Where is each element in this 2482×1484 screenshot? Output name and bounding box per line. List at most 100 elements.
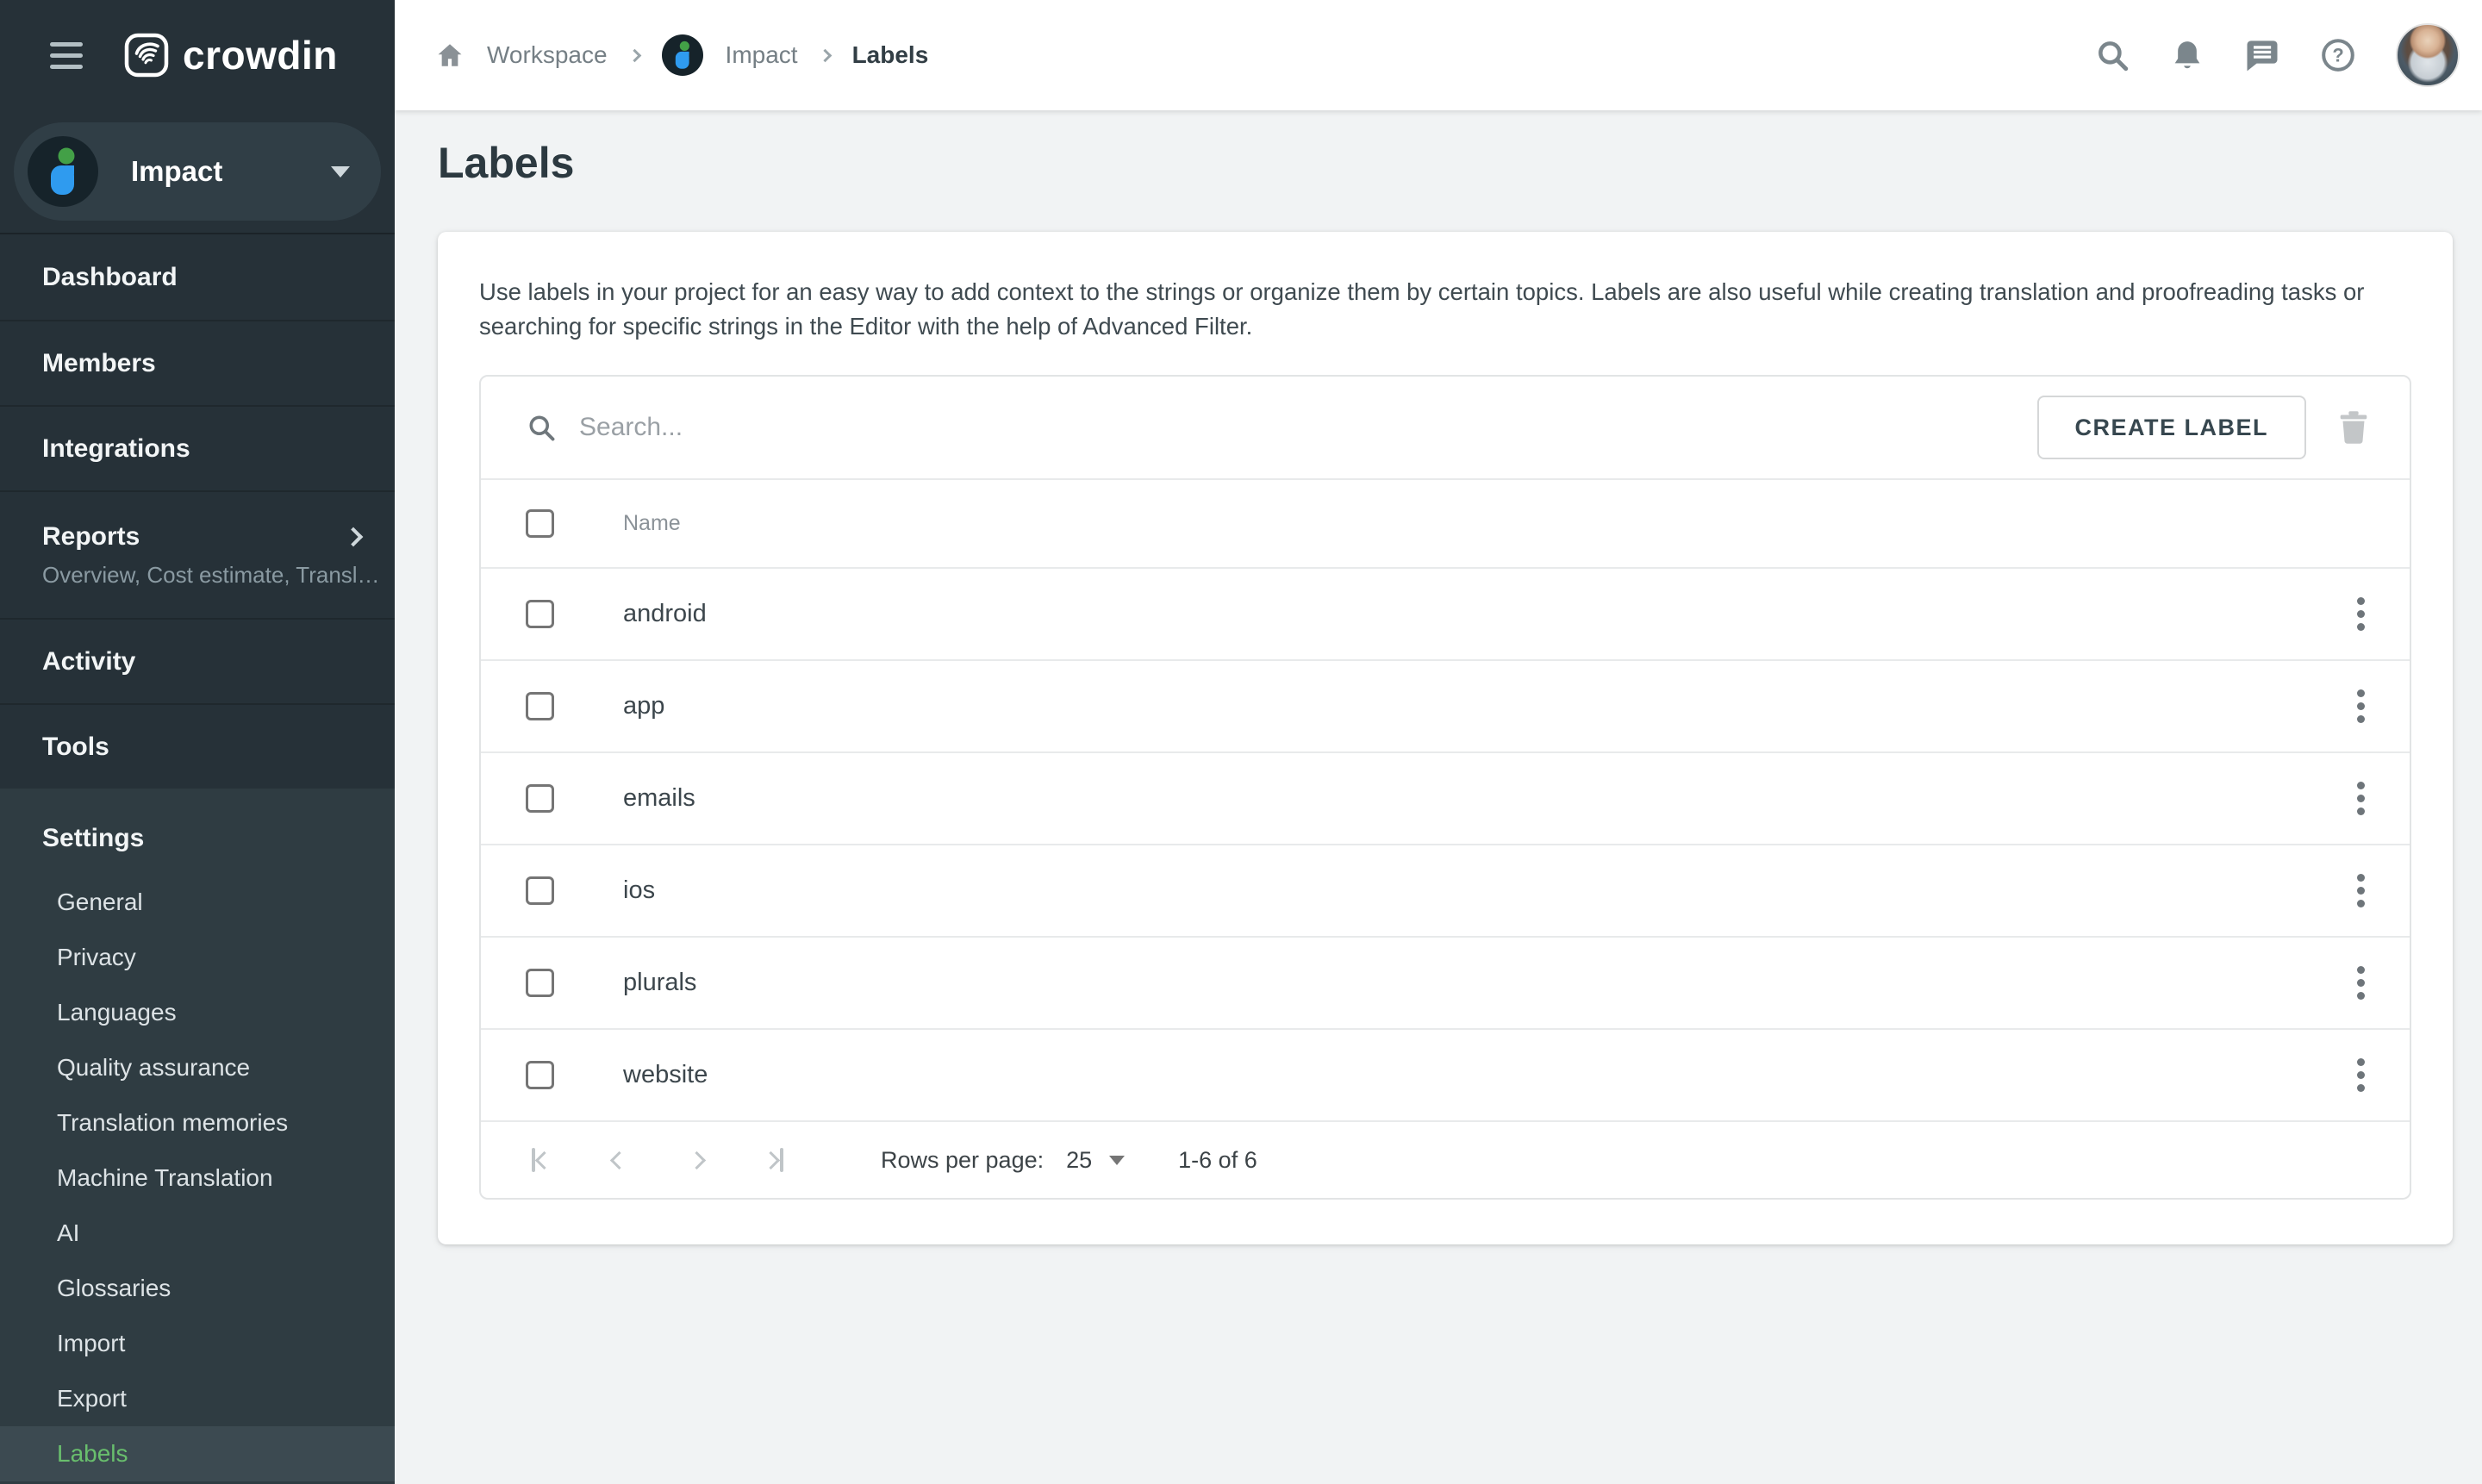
select-all-checkbox[interactable] (526, 509, 554, 538)
crowdin-wordmark: crowdin (183, 32, 338, 78)
row-checkbox[interactable] (526, 784, 554, 813)
search-input[interactable] (577, 412, 2037, 443)
row-menu-icon[interactable] (2357, 597, 2365, 631)
prev-page-button[interactable] (600, 1141, 638, 1179)
table-header-row: Name (481, 478, 2410, 567)
name-column-header: Name (623, 511, 681, 536)
table-row: plurals (481, 936, 2410, 1028)
row-checkbox[interactable] (526, 969, 554, 997)
caret-down-icon (1109, 1156, 1125, 1165)
sidebar-item-quality-assurance[interactable]: Quality assurance (0, 1040, 395, 1095)
sidebar-item-label: Activity (42, 647, 395, 677)
pagination-range: 1-6 of 6 (1178, 1147, 1257, 1174)
row-menu-icon[interactable] (2357, 966, 2365, 1000)
row-checkbox[interactable] (526, 876, 554, 905)
sidebar-item-label: Dashboard (42, 263, 395, 292)
row-menu-icon[interactable] (2357, 782, 2365, 815)
caret-down-icon (331, 166, 350, 178)
project-avatar (662, 34, 703, 76)
user-avatar[interactable] (2396, 23, 2460, 87)
next-page-button[interactable] (677, 1141, 715, 1179)
main-column: Workspace Impact Labels (395, 0, 2482, 1484)
table-row: emails (481, 751, 2410, 844)
row-menu-icon[interactable] (2357, 1058, 2365, 1092)
last-page-button[interactable] (755, 1141, 793, 1179)
sidebar-item-machine-translation[interactable]: Machine Translation (0, 1150, 395, 1206)
rows-per-page-value: 25 (1066, 1147, 1092, 1174)
topbar: Workspace Impact Labels (395, 0, 2482, 110)
project-name: Impact (131, 155, 331, 188)
trash-icon[interactable] (2339, 410, 2368, 445)
project-avatar (28, 136, 98, 207)
main-content: Labels Use labels in your project for an… (395, 110, 2482, 1484)
messages-icon[interactable] (2244, 37, 2280, 73)
search-icon (526, 412, 557, 443)
sidebar-item-ai[interactable]: AI (0, 1206, 395, 1261)
sidebar-item-subtitle: Overview, Cost estimate, Transl… (42, 562, 395, 589)
label-name: emails (623, 784, 2357, 813)
sidebar-item-languages[interactable]: Languages (0, 985, 395, 1040)
sidebar-item-translation-memories[interactable]: Translation memories (0, 1095, 395, 1150)
rows-per-page-select[interactable]: 25 (1066, 1147, 1125, 1174)
breadcrumb-workspace[interactable]: Workspace (487, 41, 608, 69)
sidebar-item-glossaries[interactable]: Glossaries (0, 1261, 395, 1316)
notifications-bell-icon[interactable] (2170, 38, 2204, 72)
label-name: ios (623, 876, 2357, 905)
row-checkbox[interactable] (526, 600, 554, 628)
sidebar-item-dashboard[interactable]: Dashboard (0, 234, 395, 320)
sidebar-item-privacy[interactable]: Privacy (0, 930, 395, 985)
create-label-button[interactable]: CREATE LABEL (2037, 396, 2307, 459)
sidebar-item-export[interactable]: Export (0, 1371, 395, 1426)
sidebar-nav: Dashboard Members Integrations Reports Overv… (0, 234, 395, 789)
sidebar-item-labels[interactable]: Labels (0, 1426, 395, 1481)
table-body: android app emails ios plurals website (481, 567, 2410, 1120)
sidebar-item-members[interactable]: Members (0, 320, 395, 405)
sidebar-settings-section: Settings GeneralPrivacyLanguagesQuality … (0, 789, 395, 1484)
sidebar-item-general[interactable]: General (0, 875, 395, 930)
label-name: website (623, 1061, 2357, 1089)
sidebar-item-activity[interactable]: Activity (0, 618, 395, 703)
home-icon[interactable] (435, 41, 465, 70)
crowdin-logo[interactable]: crowdin (124, 32, 338, 78)
search-icon[interactable] (2094, 37, 2130, 73)
chevron-right-icon (818, 48, 832, 62)
row-menu-icon[interactable] (2357, 874, 2365, 907)
sidebar-item-integrations[interactable]: Integrations (0, 405, 395, 490)
sidebar-item-label: Reports (42, 522, 395, 552)
table-row: ios (481, 844, 2410, 936)
breadcrumb-impact[interactable]: Impact (726, 41, 798, 69)
breadcrumb: Workspace Impact Labels (435, 34, 928, 76)
sidebar-header: crowdin (0, 0, 395, 110)
breadcrumb-labels: Labels (852, 41, 929, 69)
help-icon[interactable]: ? (2320, 37, 2356, 73)
table-row: website (481, 1028, 2410, 1120)
labels-description: Use labels in your project for an easy w… (479, 275, 2375, 344)
app-root: crowdin Impact Dashboard Members Integrati… (0, 0, 2482, 1484)
sidebar-item-tools[interactable]: Tools (0, 703, 395, 789)
row-checkbox[interactable] (526, 1061, 554, 1089)
sidebar: crowdin Impact Dashboard Members Integrati… (0, 0, 395, 1484)
sidebar-settings-items: GeneralPrivacyLanguagesQuality assurance… (0, 875, 395, 1481)
sidebar-item-label: Members (42, 349, 395, 378)
row-menu-icon[interactable] (2357, 689, 2365, 723)
sidebar-item-label: Tools (42, 733, 395, 762)
sidebar-item-import[interactable]: Import (0, 1316, 395, 1371)
first-page-button[interactable] (522, 1141, 560, 1179)
sidebar-item-reports[interactable]: Reports Overview, Cost estimate, Transl… (0, 490, 395, 618)
table-row: app (481, 659, 2410, 751)
sidebar-item-settings[interactable]: Settings (0, 802, 395, 875)
project-selector[interactable]: Impact (14, 122, 381, 221)
hamburger-menu-icon[interactable] (50, 42, 83, 69)
row-checkbox[interactable] (526, 692, 554, 720)
rows-per-page-label: Rows per page: (881, 1147, 1044, 1174)
label-name: app (623, 692, 2357, 720)
label-name: plurals (623, 969, 2357, 997)
crowdin-logo-icon (124, 33, 169, 78)
topbar-icons: ? (2094, 23, 2460, 87)
labels-toolbar: CREATE LABEL (481, 377, 2410, 478)
labels-card: Use labels in your project for an easy w… (438, 232, 2453, 1244)
pagination: Rows per page: 25 1-6 of 6 (481, 1120, 2410, 1198)
labels-table-panel: CREATE LABEL Name andro (479, 375, 2411, 1200)
table-row: android (481, 567, 2410, 659)
sidebar-item-label: Integrations (42, 434, 395, 464)
